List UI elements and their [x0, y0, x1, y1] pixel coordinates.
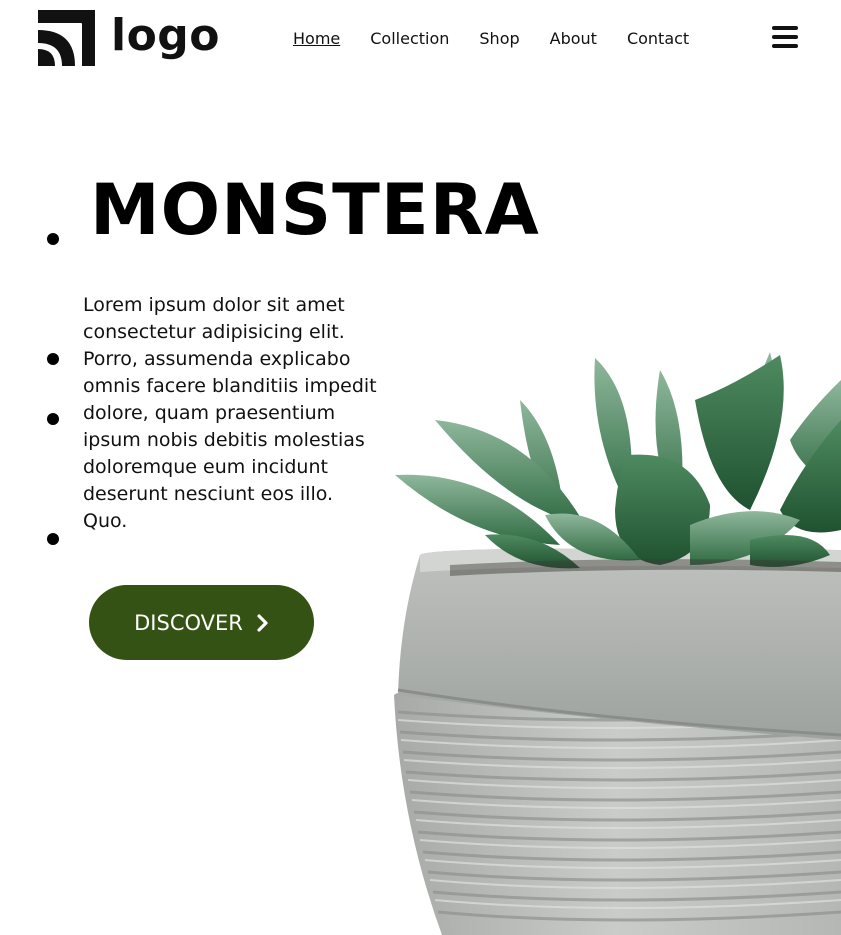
bullet — [47, 413, 59, 425]
hamburger-icon[interactable] — [772, 26, 798, 48]
nav-contact[interactable]: Contact — [627, 29, 689, 49]
nav-collection[interactable]: Collection — [370, 29, 449, 49]
bullet — [47, 233, 59, 245]
hero-title: MONSTERA — [90, 169, 540, 251]
discover-button-label: DISCOVER — [134, 610, 243, 635]
nav-about[interactable]: About — [550, 29, 597, 49]
main-nav: Home Collection Shop About Contact — [293, 29, 719, 49]
logo[interactable]: logo — [38, 10, 220, 66]
logo-text: logo — [111, 10, 221, 61]
chevron-right-icon — [257, 613, 268, 632]
bullet — [47, 533, 59, 545]
bullet — [47, 353, 59, 365]
discover-button[interactable]: DISCOVER — [89, 585, 314, 660]
hero-description: Lorem ipsum dolor sit amet consectetur a… — [83, 294, 377, 532]
succulent-plant-image — [394, 352, 841, 935]
nav-home[interactable]: Home — [293, 29, 340, 49]
nav-shop[interactable]: Shop — [479, 29, 519, 49]
logo-icon — [38, 10, 95, 66]
